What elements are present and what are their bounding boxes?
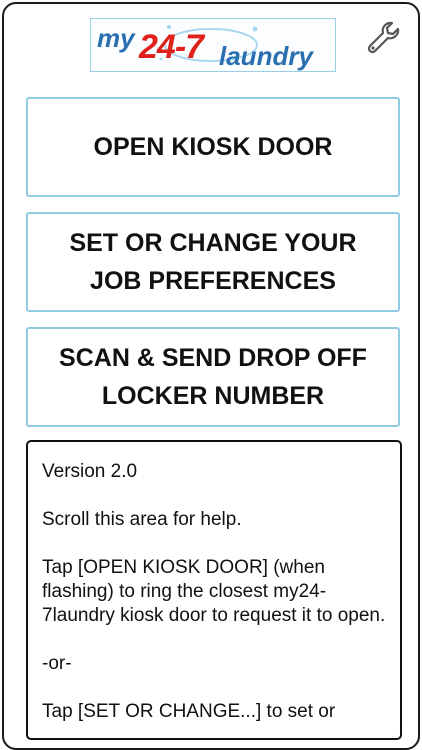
logo-laundry-text: laundry <box>219 41 313 71</box>
open-kiosk-door-label: OPEN KIOSK DOOR <box>93 133 333 161</box>
job-preferences-button[interactable]: SET OR CHANGE YOUR JOB PREFERENCES <box>26 212 400 312</box>
preferences-help-text: Tap [SET OR CHANGE...] to set or <box>42 701 336 722</box>
open-kiosk-door-button[interactable]: OPEN KIOSK DOOR <box>26 97 400 197</box>
job-preferences-label-line2: JOB PREFERENCES <box>90 267 336 295</box>
help-scroll-area[interactable]: Version 2.0 Scroll this area for help. T… <box>26 440 402 740</box>
app-frame: my 24-7 laundry OPEN KIOSK DOOR SET OR C… <box>2 2 420 750</box>
logo-24-7-text: 24-7 <box>139 28 204 66</box>
open-door-help-text: Tap [OPEN KIOSK DOOR] (when flashing) to… <box>42 557 386 626</box>
wrench-icon[interactable] <box>364 18 404 58</box>
scan-locker-button[interactable]: SCAN & SEND DROP OFF LOCKER NUMBER <box>26 327 400 427</box>
logo-my-text: my <box>97 23 135 53</box>
scroll-hint-text: Scroll this area for help. <box>42 509 242 530</box>
or-separator-text: -or- <box>42 653 72 674</box>
app-logo: my 24-7 laundry <box>90 18 336 72</box>
version-text: Version 2.0 <box>42 461 138 482</box>
scan-locker-label-line2: LOCKER NUMBER <box>101 382 325 410</box>
scan-locker-label-line1: SCAN & SEND DROP OFF <box>59 344 367 372</box>
job-preferences-label-line1: SET OR CHANGE YOUR <box>69 229 357 257</box>
